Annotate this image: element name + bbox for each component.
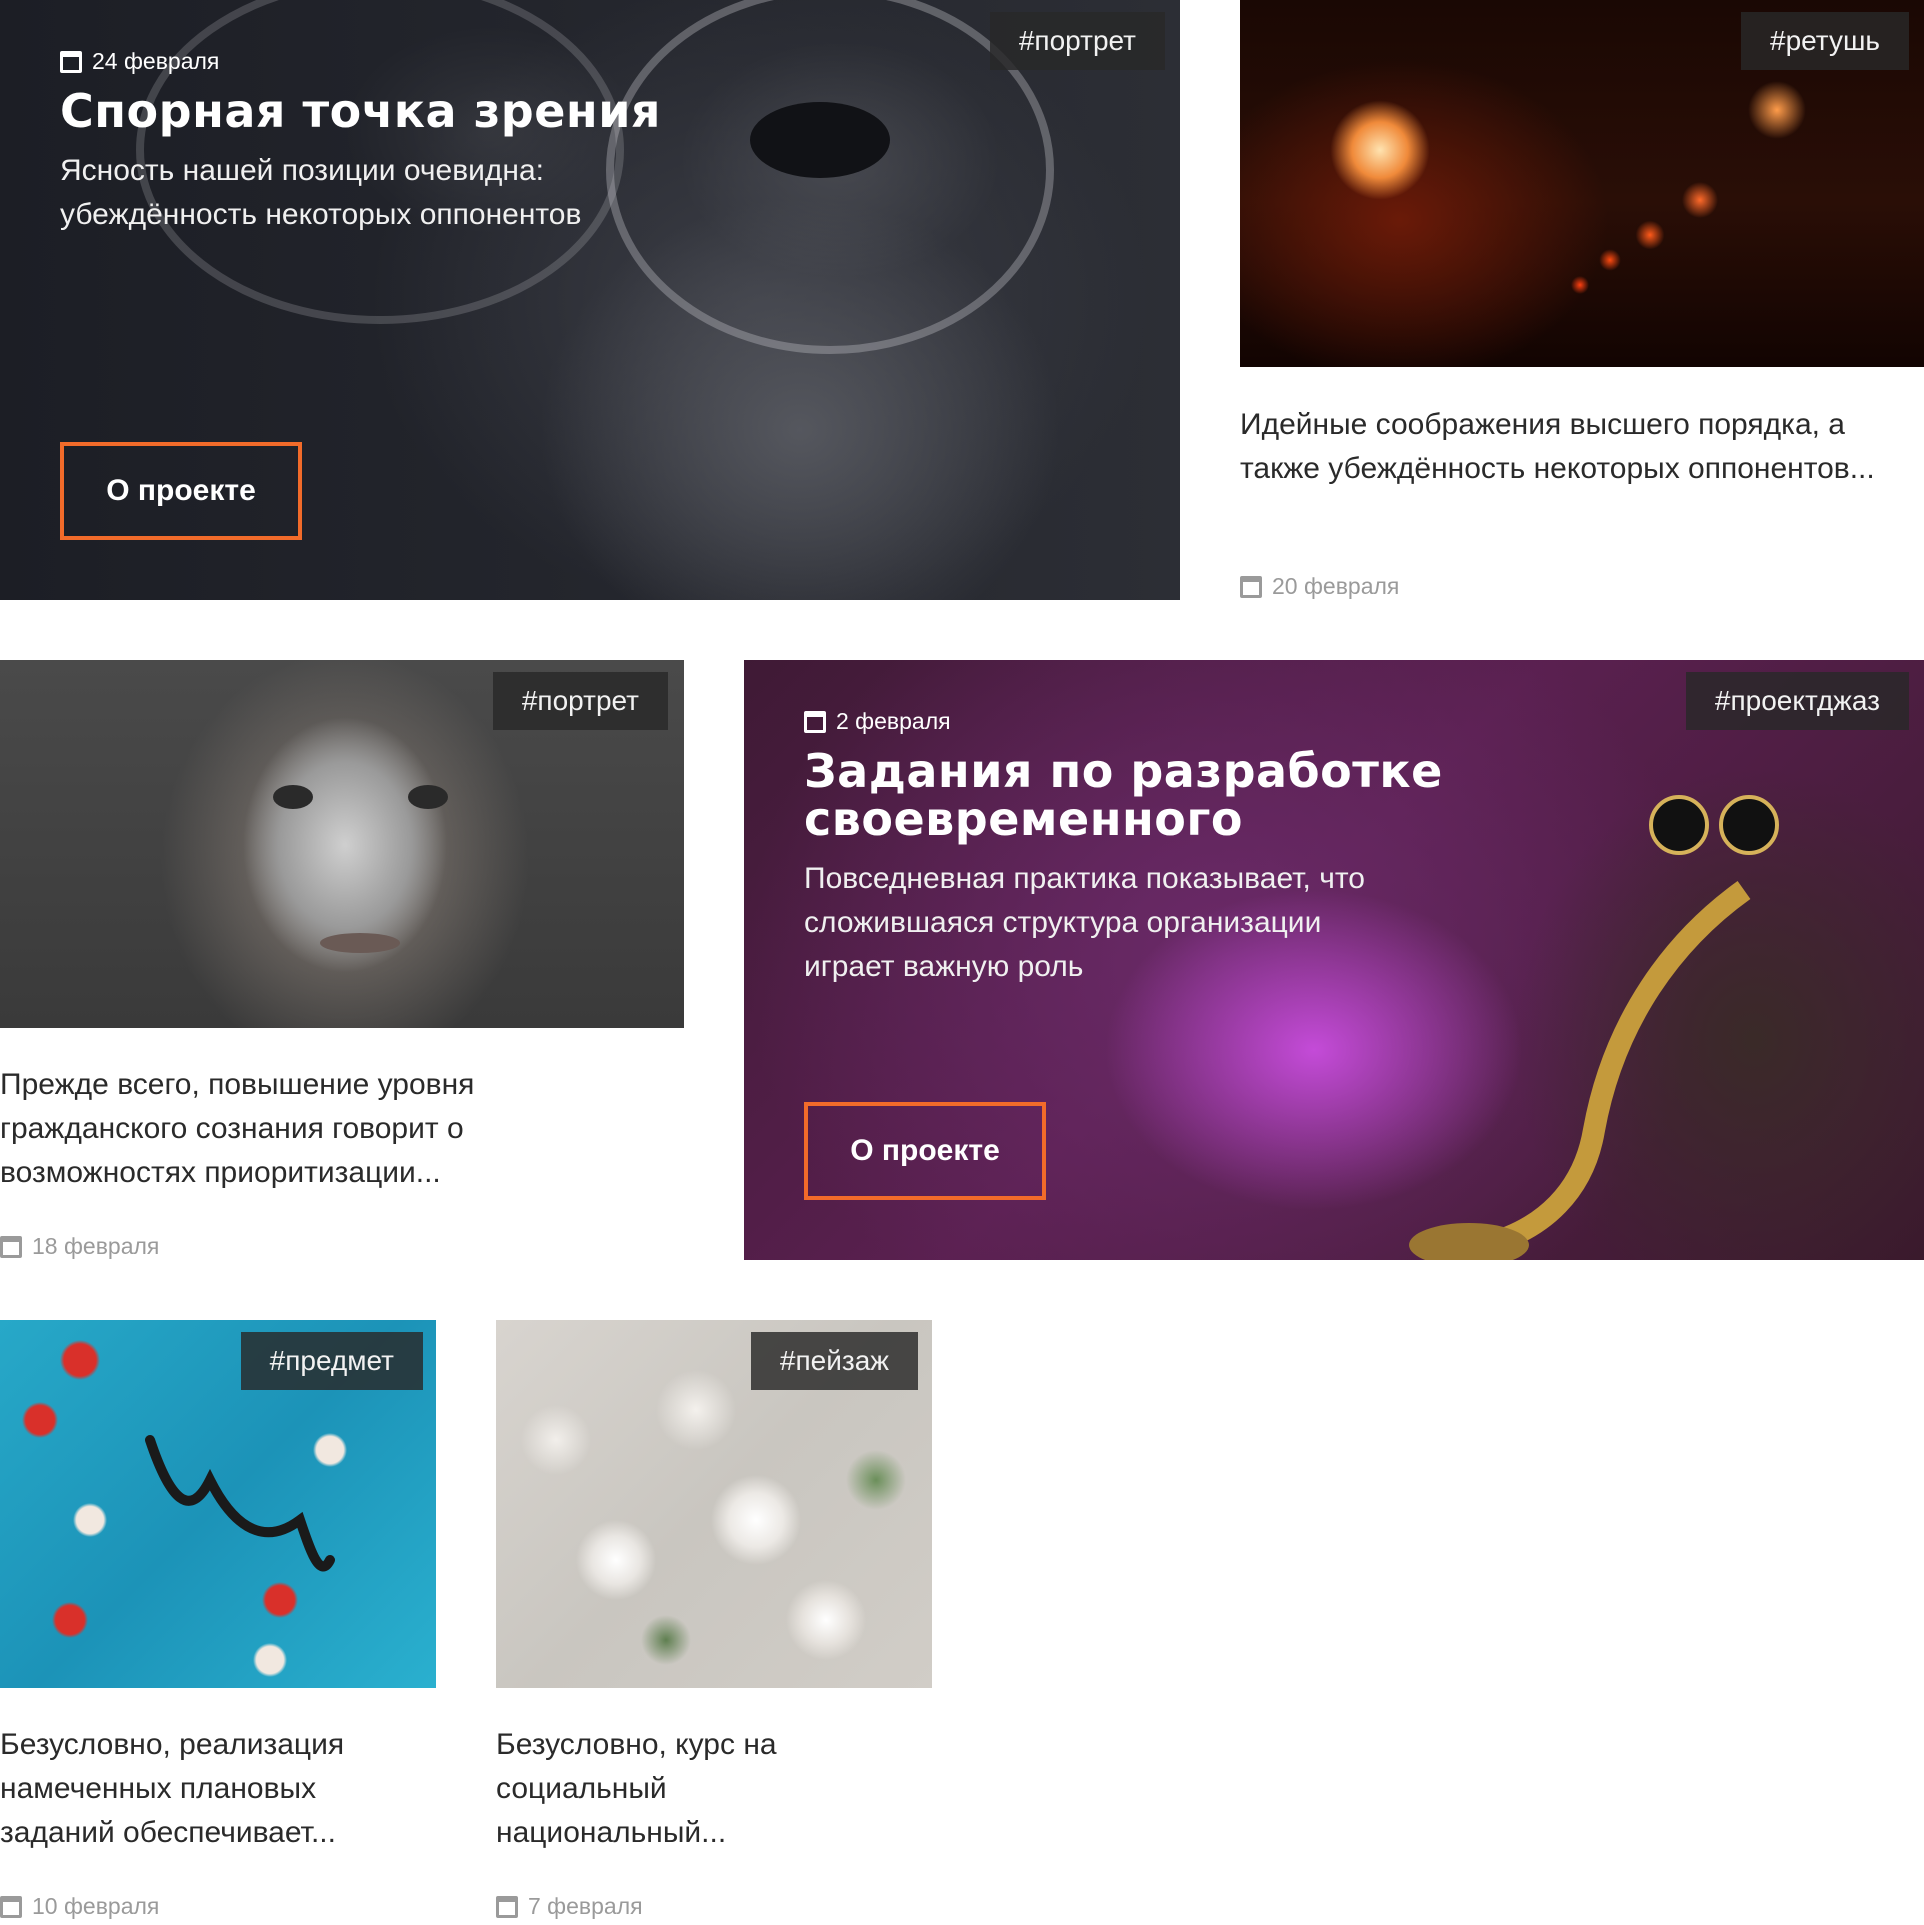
publish-date: 2 февраля [836,708,951,734]
card-title[interactable]: Спорная точка зрения [60,87,1140,135]
card-excerpt[interactable]: Прежде всего, повышение уровня гражданск… [0,1063,560,1195]
tag-label[interactable]: #портрет [492,672,668,730]
calendar-icon [0,1235,22,1258]
publish-date: 24 февраля [92,48,220,74]
calendar-icon [804,710,826,733]
date-row: 20 февраля [1240,573,1399,600]
publish-date: 10 февраля [32,1893,160,1919]
card-excerpt[interactable]: Безусловно, реализация намеченных планов… [0,1723,430,1855]
date-row: 18 февраля [0,1233,159,1260]
date-row: 7 февраля [496,1893,643,1920]
card-image-white-blossom[interactable]: #пейзаж [496,1320,932,1688]
article-card-6[interactable]: #пейзаж Безусловно, курс на социальный н… [496,1320,932,1920]
calendar-icon [0,1895,22,1918]
article-card-3[interactable]: #портрет Прежде всего, повышение уровня … [0,660,684,1270]
publish-date: 20 февраля [1272,573,1400,599]
tag-label[interactable]: #предмет [240,1332,423,1390]
card-image-lanterns[interactable]: #ретушь [1240,0,1924,367]
card-image-girl-portrait[interactable]: #портрет [0,660,684,1028]
card-image-yum-sweets[interactable]: #предмет [0,1320,436,1688]
card-excerpt[interactable]: Безусловно, курс на социальный националь… [496,1723,816,1855]
article-card-2[interactable]: #ретушь Идейные соображения высшего поря… [1240,0,1924,610]
card-lead: Ясность нашей позиции очевидна: убеждённ… [60,154,582,231]
card-title[interactable]: Задания по разработке своевременного [804,747,1464,843]
calendar-icon [60,50,82,73]
calendar-icon [496,1895,518,1918]
tag-label[interactable]: #пейзаж [750,1332,918,1390]
publish-date: 7 февраля [528,1893,643,1919]
about-project-button[interactable]: О проекте [60,442,302,540]
tag-label[interactable]: #ретушь [1741,12,1909,70]
article-card-5[interactable]: #предмет Безусловно, реализация намеченн… [0,1320,436,1920]
article-card-hero-2[interactable]: #проектджаз 2 февраля Задания по разрабо… [744,660,1924,1260]
hero-content: 24 февраля Спорная точка зрения Ясность … [60,48,1140,237]
date-row: 10 февраля [0,1893,159,1920]
date-row: 2 февраля [804,708,1884,735]
calendar-icon [1240,575,1262,598]
about-project-button[interactable]: О проекте [804,1102,1046,1200]
date-row: 24 февраля [60,48,1140,75]
card-lead: Повседневная практика показывает, что сл… [804,862,1365,983]
publish-date: 18 февраля [32,1233,160,1259]
article-card-hero-1[interactable]: #портрет 24 февраля Спорная точка зрения… [0,0,1180,600]
hero-content: 2 февраля Задания по разработке своеврем… [804,708,1884,989]
card-excerpt[interactable]: Идейные соображения высшего порядка, а т… [1240,403,1910,491]
